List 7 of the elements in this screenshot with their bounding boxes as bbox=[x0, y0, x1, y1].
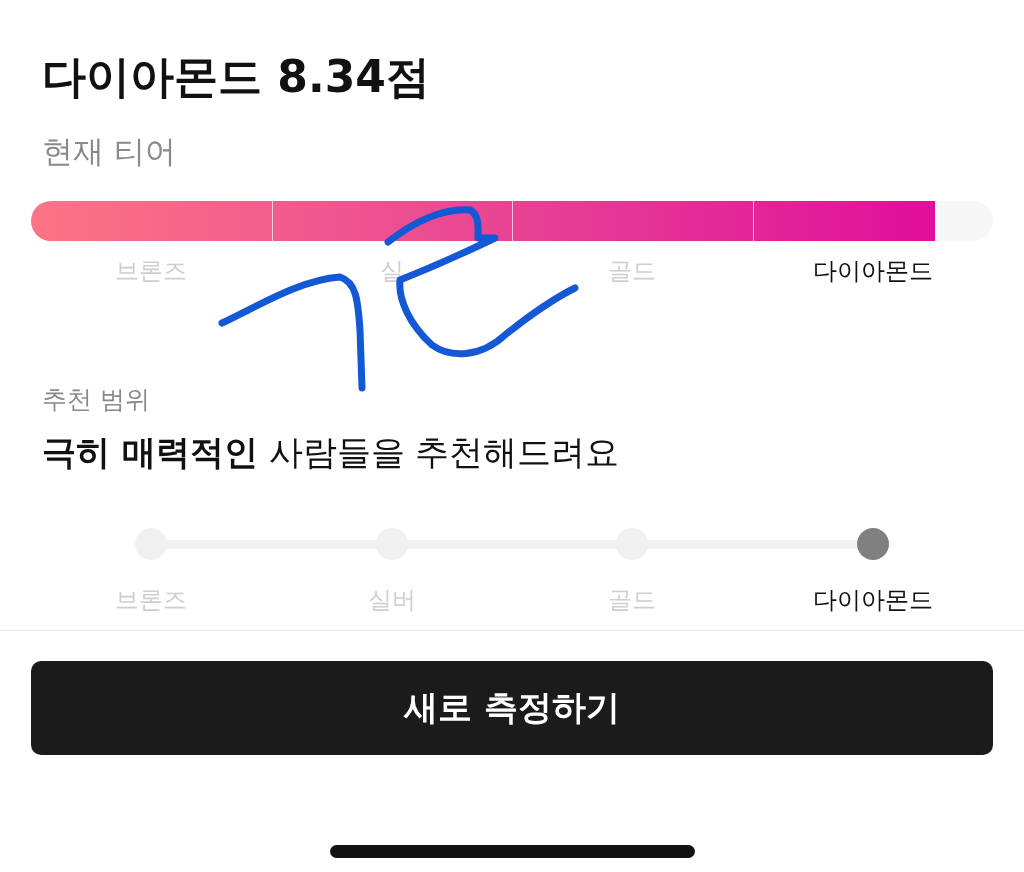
score-title: 다이아몬드 8.34점 bbox=[41, 50, 431, 104]
tier-label: 다이아몬드 bbox=[811, 256, 934, 287]
section-label: 현재 티어 bbox=[42, 132, 177, 171]
section-label: 추천 범위 bbox=[42, 384, 151, 416]
remeasure-button[interactable]: 새로 측정하기 bbox=[31, 661, 993, 755]
recommendation-text: 극히 매력적인 사람들을 추천해드려요 bbox=[42, 431, 621, 474]
range-step-label: 다이아몬드 bbox=[811, 585, 934, 616]
